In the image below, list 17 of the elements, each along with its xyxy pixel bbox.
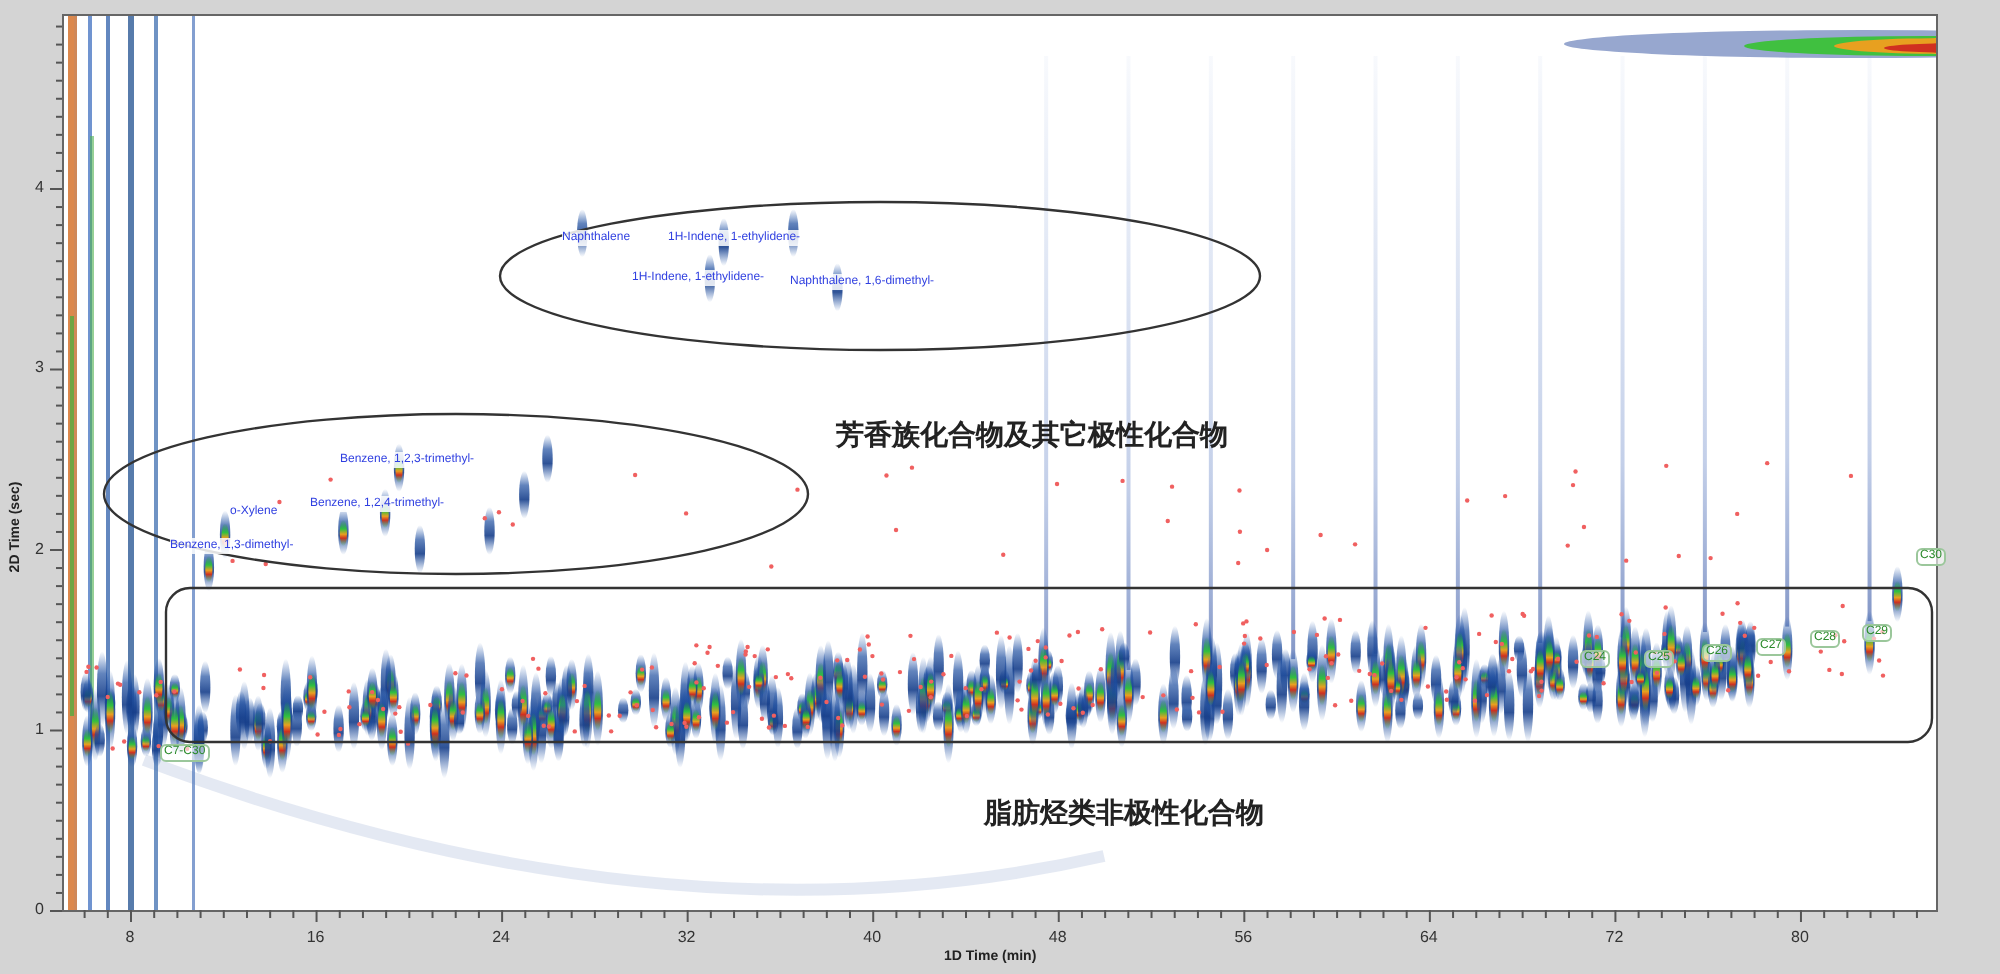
tick-label: 0 [35, 898, 44, 922]
tick-label: 80 [1789, 928, 1811, 946]
tick-label: 24 [490, 928, 512, 946]
tick-label: 56 [1232, 928, 1255, 946]
tick-label: 32 [675, 928, 698, 946]
tick-label: 4 [35, 176, 44, 200]
tick-label: 72 [1603, 928, 1626, 946]
tick-label: 1 [35, 717, 44, 742]
tick-label: 64 [1417, 928, 1440, 946]
tick-label: 16 [304, 928, 327, 946]
tick-label: 40 [861, 928, 884, 946]
tick-label: 3 [35, 356, 44, 381]
tick-label: 2 [35, 537, 44, 561]
tick-label: 48 [1046, 928, 1069, 946]
region-label: 芳香族化合物及其它极性化合物 [836, 416, 1228, 452]
region-label: 脂肪烃类非极性化合物 [984, 794, 1264, 830]
tick-label: 8 [123, 928, 137, 946]
